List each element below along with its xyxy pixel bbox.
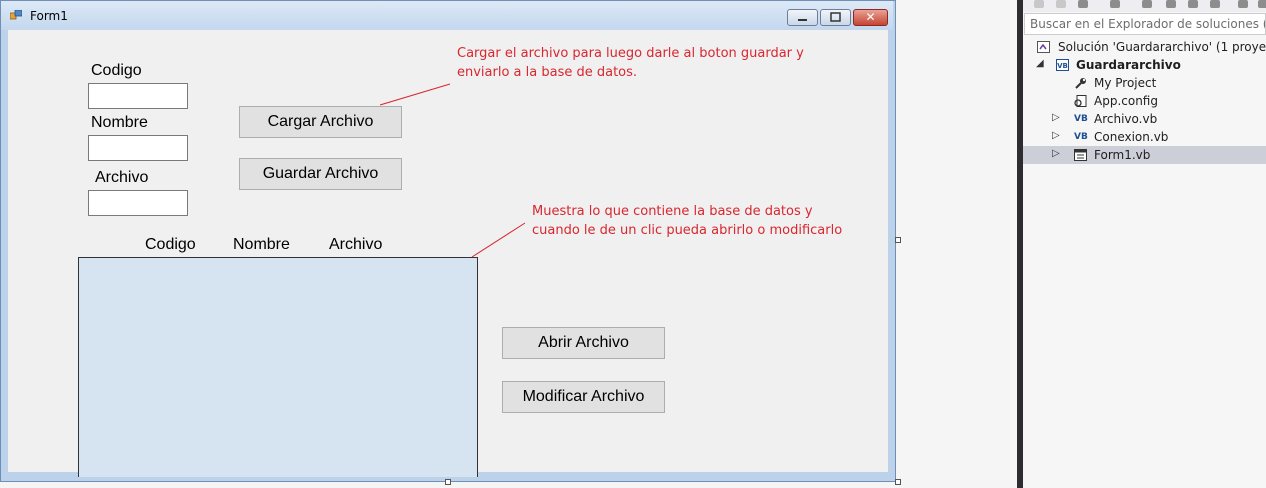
show-all-icon[interactable] bbox=[1210, 0, 1220, 8]
collapsed-arrow-icon[interactable]: ▷ bbox=[1052, 112, 1060, 123]
tree-item-label: App.config bbox=[1094, 94, 1158, 108]
tree-solution[interactable]: Solución 'Guardararchivo' (1 proyecto) bbox=[1023, 38, 1266, 56]
annotation-note-1: Cargar el archivo para luego darle al bo… bbox=[457, 44, 804, 82]
annotation-note-2: Muestra lo que contiene la base de datos… bbox=[532, 202, 842, 240]
tree-item[interactable]: App.config bbox=[1023, 92, 1266, 110]
collapsed-arrow-icon[interactable]: ▷ bbox=[1052, 148, 1060, 159]
form-icon bbox=[1074, 149, 1087, 161]
properties-icon[interactable] bbox=[1258, 0, 1266, 8]
wrench-icon bbox=[1075, 78, 1086, 89]
expanded-arrow-icon[interactable]: ◢ bbox=[1036, 58, 1044, 69]
annotation-note-2-line1: Muestra lo que contiene la base de datos… bbox=[532, 204, 813, 219]
config-icon bbox=[1074, 95, 1087, 107]
resize-handle-bottom[interactable] bbox=[445, 479, 451, 485]
tree-project[interactable]: ◢ VB Guardararchivo bbox=[1023, 56, 1266, 74]
annotation-line-2 bbox=[471, 222, 526, 258]
tree-item[interactable]: My Project bbox=[1023, 74, 1266, 92]
history-icon[interactable] bbox=[1110, 0, 1120, 8]
tree-item-label: My Project bbox=[1094, 76, 1157, 90]
back-icon[interactable] bbox=[1034, 0, 1044, 8]
collapse-icon[interactable] bbox=[1188, 0, 1198, 8]
tree-item-label: Archivo.vb bbox=[1094, 112, 1158, 126]
tree-item-label: Conexion.vb bbox=[1094, 130, 1169, 144]
resize-handle-corner[interactable] bbox=[895, 479, 901, 485]
collapsed-arrow-icon[interactable]: ▷ bbox=[1052, 130, 1060, 141]
tree-item[interactable]: ▷ VB Conexion.vb bbox=[1023, 128, 1266, 146]
vb-project-icon: VB bbox=[1056, 59, 1069, 71]
home-icon[interactable] bbox=[1078, 0, 1088, 8]
annotation-line-1 bbox=[379, 83, 451, 106]
solution-label: Solución 'Guardararchivo' (1 proyecto) bbox=[1058, 40, 1266, 54]
annotation-note-2-line2: cuando le de un clic pueda abrirlo o mod… bbox=[532, 223, 843, 238]
forward-icon[interactable] bbox=[1056, 0, 1066, 8]
sync-icon[interactable] bbox=[1142, 0, 1152, 8]
solution-icon bbox=[1037, 41, 1050, 53]
resize-handle-right[interactable] bbox=[895, 237, 901, 243]
solution-search-input[interactable]: Buscar en el Explorador de soluciones (C… bbox=[1024, 13, 1266, 35]
code-view-icon[interactable] bbox=[1238, 0, 1248, 8]
tree-item-selected[interactable]: ▷ Form1.vb bbox=[1023, 146, 1266, 164]
project-label: Guardararchivo bbox=[1076, 58, 1181, 72]
annotation-note-1-line1: Cargar el archivo para luego darle al bo… bbox=[457, 46, 804, 61]
annotation-note-1-line2: enviarlo a la base de datos. bbox=[457, 65, 638, 80]
refresh-icon[interactable] bbox=[1166, 0, 1176, 8]
vb-file-icon: VB bbox=[1074, 114, 1088, 124]
vb-file-icon: VB bbox=[1074, 132, 1088, 142]
tree-item-label: Form1.vb bbox=[1094, 148, 1151, 162]
tree-item[interactable]: ▷ VB Archivo.vb bbox=[1023, 110, 1266, 128]
